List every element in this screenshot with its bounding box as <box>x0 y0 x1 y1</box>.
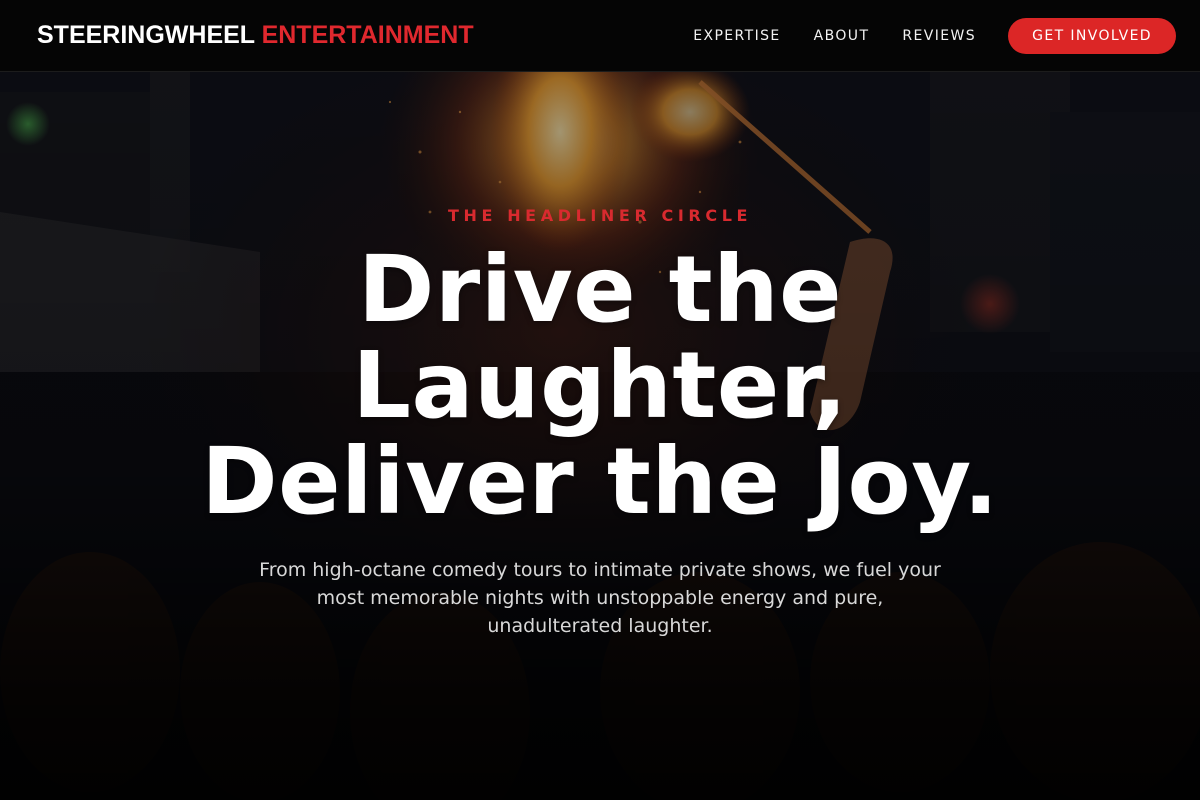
headline-line-1: Drive the <box>357 236 843 343</box>
nav-link-about[interactable]: ABOUT <box>814 28 870 44</box>
get-involved-button[interactable]: GET INVOLVED <box>1008 17 1176 54</box>
site-header: STEERINGWHEEL ENTERTAINMENT EXPERTISE AB… <box>0 0 1200 72</box>
nav-link-reviews[interactable]: REVIEWS <box>902 28 976 44</box>
headline-line-2: Laughter, <box>352 332 848 439</box>
hero-subtext: From high-octane comedy tours to intimat… <box>259 559 941 637</box>
hero-section: THE HEADLINER CIRCLE Drive the Laughter,… <box>0 72 1200 800</box>
headline-line-3: Deliver the Joy. <box>201 428 999 535</box>
hero-headline: Drive the Laughter, Deliver the Joy. <box>0 242 1200 530</box>
hero-eyebrow: THE HEADLINER CIRCLE <box>447 206 753 225</box>
main-nav: EXPERTISE ABOUT REVIEWS GET INVOLVED <box>693 17 1176 54</box>
logo-primary-text: STEERINGWHEEL <box>37 21 255 49</box>
hero-content: THE HEADLINER CIRCLE Drive the Laughter,… <box>0 72 1200 800</box>
nav-link-expertise[interactable]: EXPERTISE <box>693 28 780 44</box>
logo-accent-text: ENTERTAINMENT <box>261 21 474 49</box>
site-logo[interactable]: STEERINGWHEEL ENTERTAINMENT <box>37 21 474 50</box>
